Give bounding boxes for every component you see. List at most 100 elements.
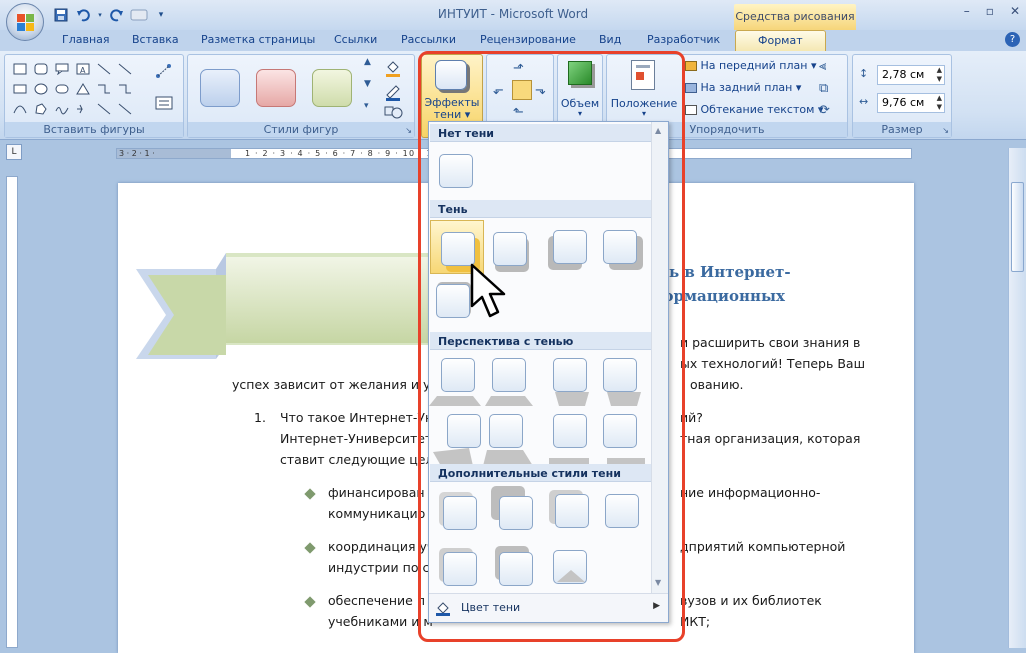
nudge-shadow-down-icon[interactable]: ⬑ bbox=[513, 105, 524, 120]
bullet-icon bbox=[304, 596, 316, 608]
styles-scroll-down-icon[interactable]: ▼ bbox=[364, 79, 371, 89]
size-launcher-icon[interactable]: ↘ bbox=[942, 126, 949, 135]
extra-option-7-inner-shadow bbox=[557, 570, 585, 582]
nudge-shadow-up-icon[interactable]: ⬏ bbox=[513, 61, 524, 76]
rect-shape-icon[interactable] bbox=[11, 80, 29, 98]
drawing-tools-context-label: Средства рисования bbox=[734, 4, 856, 30]
perspective-option-2[interactable] bbox=[492, 358, 526, 392]
rounded-shape-icon[interactable] bbox=[53, 80, 71, 98]
edit-shape-icon[interactable] bbox=[155, 63, 173, 83]
svg-text:A: A bbox=[80, 66, 86, 75]
rounded-rect-shape-icon[interactable] bbox=[32, 60, 50, 78]
perspective-option-1[interactable] bbox=[441, 358, 475, 392]
gallery-scroll-up-icon[interactable]: ▲ bbox=[655, 126, 661, 135]
callout-shape-icon[interactable] bbox=[53, 60, 71, 78]
arrow-shape-icon[interactable] bbox=[116, 60, 134, 78]
curve-shape-icon[interactable] bbox=[11, 100, 29, 118]
text-a-icon[interactable]: A bbox=[74, 60, 92, 78]
tab-format[interactable]: Формат bbox=[735, 30, 826, 52]
extra-option-6[interactable] bbox=[499, 552, 533, 586]
position-button[interactable]: Положение ▾ bbox=[609, 57, 679, 121]
ribbon-banner-shape[interactable] bbox=[136, 245, 456, 365]
perspective-option-3[interactable] bbox=[553, 358, 587, 392]
tab-view[interactable]: Вид bbox=[599, 33, 621, 46]
close-button[interactable]: ✕ bbox=[1010, 4, 1020, 18]
rotate-icon[interactable]: ⟳ bbox=[819, 103, 830, 118]
perspective-option-8[interactable] bbox=[603, 414, 637, 448]
freeform-shape-icon[interactable] bbox=[32, 100, 50, 118]
scribble-shape-icon[interactable] bbox=[53, 100, 71, 118]
perspective-option-4[interactable] bbox=[603, 358, 637, 392]
shadow-color-menu-item[interactable]: Цвет тени ▶ bbox=[429, 593, 668, 622]
scrollbar-thumb[interactable] bbox=[1011, 182, 1024, 272]
shape-style-red[interactable] bbox=[256, 69, 296, 107]
width-field[interactable]: 9,76 см ▲ ▼ bbox=[877, 93, 945, 113]
diagonal-line-icon[interactable] bbox=[95, 100, 113, 118]
width-spinner-icon[interactable]: ▲ ▼ bbox=[937, 94, 942, 112]
oval-shape-icon[interactable] bbox=[32, 80, 50, 98]
tab-developer[interactable]: Разработчик bbox=[647, 33, 720, 46]
shadow-toggle-icon[interactable] bbox=[512, 80, 532, 100]
elbow-arrow-icon[interactable] bbox=[116, 80, 134, 98]
gallery-scrollbar[interactable]: ▲ ▼ bbox=[651, 122, 668, 594]
tab-page-layout[interactable]: Разметка страницы bbox=[201, 33, 315, 46]
nudge-shadow-left-icon[interactable]: ⬐ bbox=[493, 83, 504, 98]
shadow-option-1[interactable] bbox=[441, 232, 475, 266]
tab-insert[interactable]: Вставка bbox=[132, 33, 179, 46]
minimize-button[interactable]: – bbox=[964, 4, 970, 18]
group-size: ↕ 2,78 см ▲ ▼ ↔ 9,76 см ▲ ▼ Размер ↘ bbox=[852, 54, 952, 138]
triangle-shape-icon[interactable] bbox=[74, 80, 92, 98]
help-icon[interactable]: ? bbox=[1005, 32, 1020, 47]
bullet-icon bbox=[304, 542, 316, 554]
shadow-option-3[interactable] bbox=[553, 230, 587, 264]
shadow-option-2[interactable] bbox=[493, 232, 527, 266]
perspective-option-7[interactable] bbox=[553, 414, 587, 448]
line-shape-icon[interactable] bbox=[95, 60, 113, 78]
wave-shape-icon[interactable] bbox=[74, 100, 92, 118]
tab-references[interactable]: Ссылки bbox=[334, 33, 377, 46]
send-to-back-button[interactable]: На задний план ▾ bbox=[685, 81, 801, 94]
gallery-scroll-down-icon[interactable]: ▼ bbox=[655, 578, 661, 587]
shape-styles-launcher-icon[interactable]: ↘ bbox=[405, 126, 412, 135]
extra-option-3[interactable] bbox=[555, 494, 589, 528]
tab-stop-selector[interactable]: L bbox=[6, 144, 22, 160]
office-button[interactable] bbox=[6, 3, 44, 41]
vertical-ruler[interactable] bbox=[6, 176, 18, 648]
elbow-connector-icon[interactable] bbox=[95, 80, 113, 98]
change-shape-icon[interactable] bbox=[384, 105, 406, 123]
shape-outline-icon[interactable] bbox=[384, 83, 406, 105]
text-wrap-button[interactable]: Обтекание текстом ▾ bbox=[685, 103, 823, 116]
bring-to-front-button[interactable]: На передний план ▾ bbox=[685, 59, 817, 72]
tab-review[interactable]: Рецензирование bbox=[480, 33, 576, 46]
shape-style-blue[interactable] bbox=[200, 69, 240, 107]
textbox-shape-icon[interactable] bbox=[11, 60, 29, 78]
bullet3-right: вузов и их библиотек bbox=[680, 593, 822, 608]
styles-more-icon[interactable]: ▾ bbox=[364, 101, 369, 111]
shape-fill-icon[interactable] bbox=[384, 59, 406, 81]
perspective-option-5[interactable] bbox=[447, 414, 481, 448]
diagonal-line-2-icon[interactable] bbox=[116, 100, 134, 118]
shadow-option-none[interactable] bbox=[439, 154, 473, 188]
perspective-option-6[interactable] bbox=[489, 414, 523, 448]
gallery-section-shadow: Тень bbox=[430, 200, 652, 218]
extra-option-5[interactable] bbox=[443, 552, 477, 586]
extra-option-1[interactable] bbox=[443, 496, 477, 530]
tab-mailings[interactable]: Рассылки bbox=[401, 33, 456, 46]
shape-style-green[interactable] bbox=[312, 69, 352, 107]
shadow-option-4[interactable] bbox=[603, 230, 637, 264]
shadow-option-5[interactable] bbox=[436, 284, 470, 318]
vertical-scrollbar[interactable] bbox=[1008, 148, 1026, 648]
styles-scroll-up-icon[interactable]: ▲ bbox=[364, 57, 371, 67]
gallery-section-perspective: Перспектива с тенью bbox=[430, 332, 652, 350]
tab-home[interactable]: Главная bbox=[62, 33, 110, 46]
title-bar: ▾ ▾ ИНТУИТ - Microsoft Word Средства рис… bbox=[0, 0, 1026, 30]
draw-textbox-icon[interactable] bbox=[155, 95, 173, 115]
height-field[interactable]: 2,78 см ▲ ▼ bbox=[877, 65, 945, 85]
group-objects-icon[interactable]: ⧉ bbox=[819, 81, 828, 96]
extra-option-4[interactable] bbox=[605, 494, 639, 528]
align-icon[interactable]: ⫷ bbox=[819, 59, 826, 74]
height-spinner-icon[interactable]: ▲ ▼ bbox=[937, 66, 942, 84]
nudge-shadow-right-icon[interactable]: ⬎ bbox=[535, 83, 546, 98]
maximize-button[interactable]: ▫ bbox=[986, 4, 994, 18]
extra-option-2[interactable] bbox=[499, 496, 533, 530]
